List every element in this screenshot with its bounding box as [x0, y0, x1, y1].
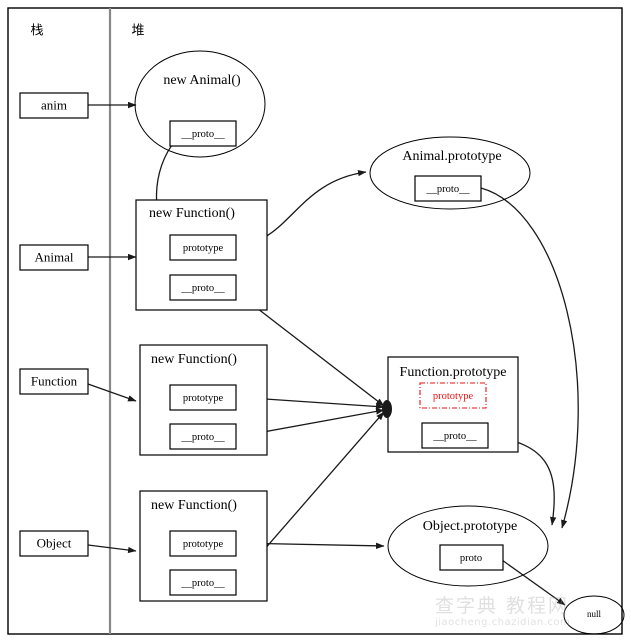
animal-function-title: new Function(): [149, 206, 235, 221]
stack-label-object: Object: [37, 535, 72, 550]
stack-item-animal[interactable]: Animal: [19, 244, 89, 271]
function-prototype-title: Function.prototype: [400, 365, 507, 380]
heap-node-null[interactable]: null: [563, 595, 625, 635]
edge-function-to-function-function: [87, 383, 137, 402]
stack-item-object[interactable]: Object: [19, 530, 89, 557]
stack-item-function[interactable]: Function: [19, 368, 89, 395]
object-prototype-slot-proto-label: proto: [460, 553, 482, 564]
object-function-slot-proto-label: __proto__: [180, 578, 225, 589]
prototype-chain-diagram: 栈 堆 anim Animal Function Object new Anim…: [7, 7, 625, 635]
stack-label-animal: Animal: [35, 249, 74, 264]
edge-object-to-object-function: [87, 544, 137, 554]
function-prototype-slot-proto-label: __proto__: [432, 431, 477, 442]
function-function-title: new Function(): [151, 352, 237, 367]
heap-node-function-prototype[interactable]: Function.prototype prototype __proto__: [387, 356, 519, 453]
object-function-title: new Function(): [151, 498, 237, 513]
heap-node-object-function[interactable]: new Function() prototype __proto__: [139, 490, 268, 602]
new-animal-slot-proto-label: __proto__: [180, 129, 225, 140]
animal-function-slot-prototype-label: prototype: [183, 243, 224, 254]
object-prototype-title: Object.prototype: [423, 519, 517, 534]
edge-object-prototype-proto-to-null: [501, 559, 566, 606]
stack-label-anim: anim: [41, 97, 67, 112]
stack-label-function: Function: [31, 373, 78, 388]
function-prototype-arrow-convergence: [382, 400, 392, 418]
outer-frame: [7, 7, 623, 635]
heap-node-animal-prototype[interactable]: Animal.prototype __proto__: [369, 136, 531, 210]
stack-item-anim[interactable]: anim: [19, 92, 89, 119]
column-header-stack: 栈: [30, 24, 43, 39]
heap-node-new-animal[interactable]: new Animal() __proto__: [134, 50, 266, 158]
new-animal-title: new Animal(): [163, 73, 241, 88]
null-label: null: [587, 609, 602, 619]
animal-prototype-slot-proto-label: __proto__: [425, 184, 470, 195]
column-header-heap: 堆: [131, 24, 144, 39]
animal-function-slot-proto-label: __proto__: [180, 283, 225, 294]
animal-prototype-title: Animal.prototype: [402, 149, 501, 164]
function-function-slot-proto-label: __proto__: [180, 432, 225, 443]
diagram-canvas: 栈 堆 anim Animal Function Object new Anim…: [0, 0, 631, 643]
function-prototype-slot-prototype-label: prototype: [433, 391, 474, 402]
object-function-slot-prototype-label: prototype: [183, 539, 224, 550]
heap-node-animal-function[interactable]: new Function() prototype __proto__: [135, 199, 268, 311]
heap-node-function-function[interactable]: new Function() prototype __proto__: [139, 344, 268, 456]
function-function-slot-prototype-label: prototype: [183, 393, 224, 404]
heap-node-object-prototype[interactable]: Object.prototype proto: [387, 505, 549, 587]
